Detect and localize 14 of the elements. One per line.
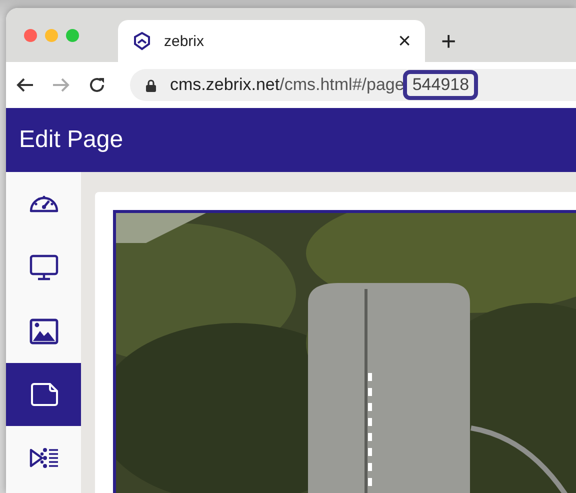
- back-arrow-icon[interactable]: [16, 77, 34, 93]
- address-bar[interactable]: cms.zebrix.net/cms.html#/page 544918: [130, 69, 576, 101]
- lock-icon: [146, 78, 156, 92]
- new-tab-button[interactable]: +: [425, 28, 456, 62]
- reload-icon[interactable]: [88, 76, 106, 94]
- page-title: Edit Page: [19, 126, 124, 154]
- tab-title: zebrix: [164, 32, 206, 50]
- hexagon-logo-icon: [132, 31, 152, 51]
- close-tab-button[interactable]: ×: [398, 30, 411, 52]
- url-text: cms.zebrix.net/cms.html#/page: [170, 75, 404, 95]
- monitor-icon: [28, 252, 60, 282]
- highlighted-page-id: 544918: [403, 70, 478, 100]
- sidebar-item[interactable]: [6, 362, 81, 426]
- browser-tab[interactable]: zebrix ×: [118, 20, 425, 62]
